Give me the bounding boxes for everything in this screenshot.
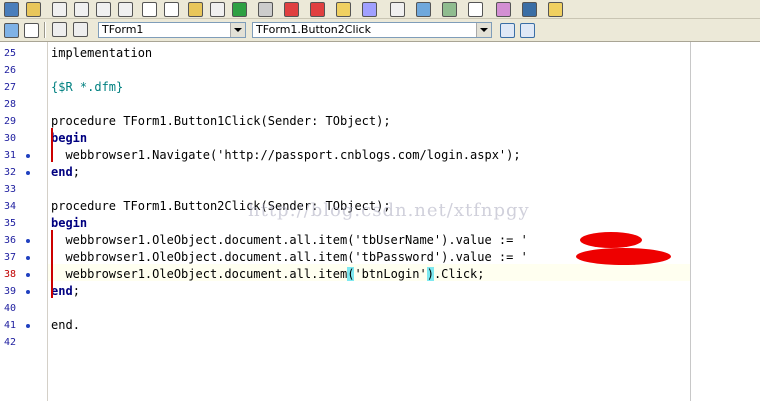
block-marker: [51, 230, 53, 298]
run-icon[interactable]: [232, 2, 247, 17]
line-number: 29: [4, 116, 17, 127]
line-number: 26: [4, 65, 17, 76]
new-form-icon[interactable]: [4, 2, 19, 17]
breakpoint-dot-icon[interactable]: [26, 171, 30, 175]
pause-icon[interactable]: [258, 2, 273, 17]
palette-icon[interactable]: [416, 2, 431, 17]
view-form-icon[interactable]: [164, 2, 179, 17]
line-number: 25: [4, 48, 17, 59]
line-number: 27: [4, 82, 17, 93]
right-margin-line: [690, 42, 691, 401]
redaction-mark: [576, 248, 671, 265]
line-number: 33: [4, 184, 17, 195]
breakpoint-dot-icon[interactable]: [26, 256, 30, 260]
line-number: 37: [4, 252, 17, 263]
implementation-icon[interactable]: [73, 22, 88, 37]
code-editor[interactable]: 25 implementation 26 27 {$R *.dfm} 28 29 proced…: [0, 42, 760, 401]
line-number: 42: [4, 337, 17, 348]
breakpoint-dot-icon[interactable]: [26, 273, 30, 277]
code-line[interactable]: begin: [51, 130, 87, 147]
window-icon[interactable]: [24, 23, 39, 38]
breakpoint-dot-icon[interactable]: [26, 324, 30, 328]
chevron-down-icon[interactable]: [476, 23, 491, 37]
object-icon[interactable]: [496, 2, 511, 17]
line-number: 32: [4, 167, 17, 178]
clipboard-icon[interactable]: [362, 2, 377, 17]
code-line[interactable]: procedure TForm1.Button2Click(Sender: TO…: [51, 198, 391, 215]
breakpoint-dot-icon[interactable]: [26, 239, 30, 243]
code-line[interactable]: webbrowser1.OleObject.document.all.item(…: [51, 266, 485, 283]
chevron-down-icon[interactable]: [230, 23, 245, 37]
line-number: 28: [4, 99, 17, 110]
code-line[interactable]: end.: [51, 317, 80, 334]
code-line[interactable]: webbrowser1.Navigate('http://passport.cn…: [51, 147, 520, 164]
component-icon[interactable]: [390, 2, 405, 17]
line-number: 36: [4, 235, 17, 246]
code-toolbar: TForm1 TForm1.Button2Click: [0, 19, 760, 42]
code-line[interactable]: begin: [51, 215, 87, 232]
separator: [44, 22, 46, 38]
line-number: 38: [4, 269, 17, 280]
interface-icon[interactable]: [52, 22, 67, 37]
breakpoint-dot-icon[interactable]: [26, 290, 30, 294]
database-icon[interactable]: [442, 2, 457, 17]
toggle-icon[interactable]: [188, 2, 203, 17]
open-icon[interactable]: [52, 2, 67, 17]
main-toolbar: [0, 0, 760, 19]
code-line[interactable]: end;: [51, 164, 80, 181]
breakpoint-dot-icon[interactable]: [26, 154, 30, 158]
help-icon[interactable]: [522, 2, 537, 17]
line-number: 31: [4, 150, 17, 161]
redaction-mark: [580, 232, 642, 248]
method-selector-value: TForm1.Button2Click: [256, 23, 371, 36]
code-line[interactable]: {$R *.dfm}: [51, 79, 123, 96]
method-selector[interactable]: TForm1.Button2Click: [252, 22, 492, 38]
code-line[interactable]: webbrowser1.OleObject.document.all.item(…: [51, 232, 600, 249]
save-all-icon[interactable]: [96, 2, 111, 17]
align-left-icon[interactable]: [500, 23, 515, 38]
line-number: 39: [4, 286, 17, 297]
line-number: 34: [4, 201, 17, 212]
code-line[interactable]: end;: [51, 283, 80, 300]
align-right-icon[interactable]: [520, 23, 535, 38]
back-icon[interactable]: [4, 23, 19, 38]
form-selector-value: TForm1: [102, 23, 144, 36]
build-icon[interactable]: [210, 2, 225, 17]
code-line[interactable]: implementation: [51, 45, 152, 62]
grid-icon[interactable]: [468, 2, 483, 17]
line-number: 30: [4, 133, 17, 144]
line-number: 41: [4, 320, 17, 331]
form-selector[interactable]: TForm1: [98, 22, 246, 38]
step-over-icon[interactable]: [310, 2, 325, 17]
line-number: 35: [4, 218, 17, 229]
code-line[interactable]: procedure TForm1.Button1Click(Sender: TO…: [51, 113, 391, 130]
debug-icon[interactable]: [336, 2, 351, 17]
print-icon[interactable]: [118, 2, 133, 17]
save-icon[interactable]: [74, 2, 89, 17]
new-unit-icon[interactable]: [26, 2, 41, 17]
line-number: 40: [4, 303, 17, 314]
code-line[interactable]: webbrowser1.OleObject.document.all.item(…: [51, 249, 636, 266]
view-unit-icon[interactable]: [142, 2, 157, 17]
trace-icon[interactable]: [284, 2, 299, 17]
block-marker: [51, 128, 53, 162]
tip-icon[interactable]: [548, 2, 563, 17]
